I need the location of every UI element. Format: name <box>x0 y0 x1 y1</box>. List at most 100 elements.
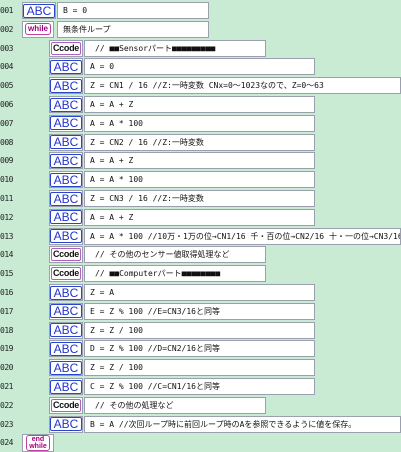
abc-block-icon[interactable]: ABC <box>22 2 56 19</box>
endwhile-icon-label: end while <box>26 435 50 452</box>
comment-text[interactable]: // ■■Sensorパート■■■■■■■■■ <box>84 39 266 57</box>
program-row[interactable]: 005 ABC Z = CN1 / 16 //Z:一時変数 CNx=0～1023なの… <box>0 76 401 95</box>
statement-text[interactable]: Z = Z / 100 <box>84 321 315 339</box>
statement-text[interactable]: Z = CN3 / 16 //Z:一時変数 <box>84 190 315 207</box>
line-number: 007 <box>0 118 13 128</box>
flow-editor: { "rows": [ {"num":"001","type":"abc","i… <box>0 0 401 452</box>
abc-block-icon[interactable]: ABC <box>49 340 83 358</box>
line-number: 009 <box>0 156 13 166</box>
line-number: 001 <box>0 6 13 15</box>
statement-text[interactable]: D = Z % 100 //D=CN2/16と同等 <box>84 340 315 358</box>
program-row[interactable]: 011 ABC Z = CN3 / 16 //Z:一時変数 <box>0 189 401 208</box>
program-row[interactable]: 010 ABC A = A * 100 <box>0 170 401 189</box>
comment-text[interactable]: // その他のセンサー値取得処理など <box>84 246 266 264</box>
statement-text[interactable]: Z = CN1 / 16 //Z:一時変数 CNx=0～1023なので、Z=0～… <box>84 77 401 95</box>
statement-text[interactable]: Z = CN2 / 16 //Z:一時変数 <box>84 133 315 151</box>
line-number: 012 <box>0 212 13 222</box>
abc-block-icon[interactable]: ABC <box>49 302 83 320</box>
program-row[interactable]: 007 ABC A = A * 100 <box>0 114 401 133</box>
statement-text[interactable]: A = A * 100 <box>84 171 315 189</box>
program-row[interactable]: 021 ABC C = Z % 100 //C=CN1/16と同等 <box>0 377 401 396</box>
program-row[interactable]: 013 ABC A = A * 100 //10万・1万の位→CN1/16 千・百の… <box>0 227 401 246</box>
statement-text[interactable]: 無条件ループ <box>57 20 209 38</box>
abc-block-icon[interactable]: ABC <box>49 359 83 377</box>
program-row[interactable]: 017 ABC E = Z % 100 //E=CN3/16と同等 <box>0 302 401 321</box>
comment-text[interactable]: // ■■Computerパート■■■■■■■■ <box>84 265 266 283</box>
line-number: 023 <box>0 419 13 429</box>
abc-block-icon[interactable]: ABC <box>49 190 83 207</box>
statement-text[interactable]: Z = A <box>84 284 315 301</box>
abc-block-icon[interactable]: ABC <box>49 58 83 76</box>
statement-text[interactable]: B = A //次回ループ時に前回ループ時のAを参照できるように値を保存。 <box>84 415 401 433</box>
statement-text[interactable]: B = 0 <box>57 2 209 19</box>
abc-block-icon[interactable]: ABC <box>49 378 83 395</box>
abc-block-icon[interactable]: ABC <box>49 133 83 151</box>
line-number: 022 <box>0 400 13 410</box>
program-row[interactable]: 003 Ccode// ■■Sensorパート■■■■■■■■■ <box>0 39 401 58</box>
statement-text[interactable]: A = A + Z <box>84 208 315 226</box>
statement-text[interactable]: A = A + Z <box>84 96 315 113</box>
program-row[interactable]: 019 ABC D = Z % 100 //D=CN2/16と同等 <box>0 339 401 358</box>
while-icon-label: while <box>24 23 51 36</box>
program-row[interactable]: 023 ABC B = A //次回ループ時に前回ループ時のAを参照できるように値を… <box>0 415 401 434</box>
abc-block-icon[interactable]: ABC <box>49 284 83 301</box>
abc-icon-label: ABC <box>49 153 83 168</box>
abc-block-icon[interactable]: ABC <box>49 208 83 226</box>
line-number: 006 <box>0 100 13 109</box>
line-number: 008 <box>0 137 13 147</box>
abc-block-icon[interactable]: ABC <box>49 171 83 189</box>
program-row[interactable]: 018 ABC Z = Z / 100 <box>0 321 401 340</box>
abc-icon-label: ABC <box>49 97 83 112</box>
ccode-icon-label: Ccode <box>50 41 81 55</box>
ccode-block-icon[interactable]: Ccode <box>49 246 83 264</box>
abc-block-icon[interactable]: ABC <box>49 227 83 245</box>
program-row[interactable]: 014 Ccode// その他のセンサー値取得処理など <box>0 245 401 264</box>
endwhile-block-icon[interactable]: end while <box>22 434 54 452</box>
ccode-block-icon[interactable]: Ccode <box>49 265 83 283</box>
abc-icon-label: ABC <box>49 285 83 300</box>
abc-icon-label: ABC <box>49 172 83 187</box>
ccode-block-icon[interactable]: Ccode <box>49 39 83 57</box>
statement-text[interactable]: Z = Z / 100 <box>84 359 315 377</box>
program-row[interactable]: 016 ABC Z = A <box>0 283 401 302</box>
program-row[interactable]: 020 ABC Z = Z / 100 <box>0 358 401 377</box>
ccode-block-icon[interactable]: Ccode <box>49 396 83 414</box>
statement-text[interactable]: A = A + Z <box>84 152 315 170</box>
program-row[interactable]: 015 Ccode// ■■Computerパート■■■■■■■■ <box>0 264 401 283</box>
statement-text[interactable]: C = Z % 100 //C=CN1/16と同等 <box>84 378 315 395</box>
line-number: 019 <box>0 344 13 354</box>
abc-icon-label: ABC <box>49 210 83 225</box>
abc-icon-label: ABC <box>49 59 83 74</box>
abc-block-icon[interactable]: ABC <box>49 152 83 170</box>
abc-icon-label: ABC <box>49 417 83 432</box>
program-row[interactable]: 004 ABC A = 0 <box>0 57 401 76</box>
while-block-icon[interactable]: while <box>22 20 54 38</box>
program-row[interactable]: 006 ABC A = A + Z <box>0 95 401 114</box>
program-row[interactable]: 012 ABC A = A + Z <box>0 208 401 227</box>
abc-icon-label: ABC <box>49 135 83 150</box>
statement-text[interactable]: A = A * 100 //10万・1万の位→CN1/16 千・百の位→CN2/… <box>84 227 401 245</box>
abc-block-icon[interactable]: ABC <box>49 321 83 339</box>
program-row[interactable]: 009 ABC A = A + Z <box>0 151 401 170</box>
line-number: 010 <box>0 175 13 185</box>
program-row[interactable]: 008 ABC Z = CN2 / 16 //Z:一時変数 <box>0 133 401 152</box>
program-row[interactable]: 002 while 無条件ループ <box>0 20 401 39</box>
statement-text[interactable]: A = A * 100 <box>84 114 315 132</box>
abc-icon-label: ABC <box>49 304 83 319</box>
program-row[interactable]: 022 Ccode// その他の処理など <box>0 396 401 415</box>
abc-block-icon[interactable]: ABC <box>49 415 83 433</box>
line-number: 015 <box>0 269 13 279</box>
program-row[interactable]: 024 end while <box>0 433 401 452</box>
line-number: 024 <box>0 438 13 448</box>
line-number: 004 <box>0 62 13 72</box>
program-row[interactable]: 001 ABC B = 0 <box>0 1 401 20</box>
abc-icon-label: ABC <box>49 116 83 131</box>
abc-block-icon[interactable]: ABC <box>49 96 83 113</box>
comment-text[interactable]: // その他の処理など <box>84 396 266 414</box>
line-number: 017 <box>0 306 13 316</box>
abc-block-icon[interactable]: ABC <box>49 114 83 132</box>
statement-text[interactable]: A = 0 <box>84 58 315 76</box>
line-number: 014 <box>0 250 13 260</box>
statement-text[interactable]: E = Z % 100 //E=CN3/16と同等 <box>84 302 315 320</box>
abc-block-icon[interactable]: ABC <box>49 77 83 95</box>
